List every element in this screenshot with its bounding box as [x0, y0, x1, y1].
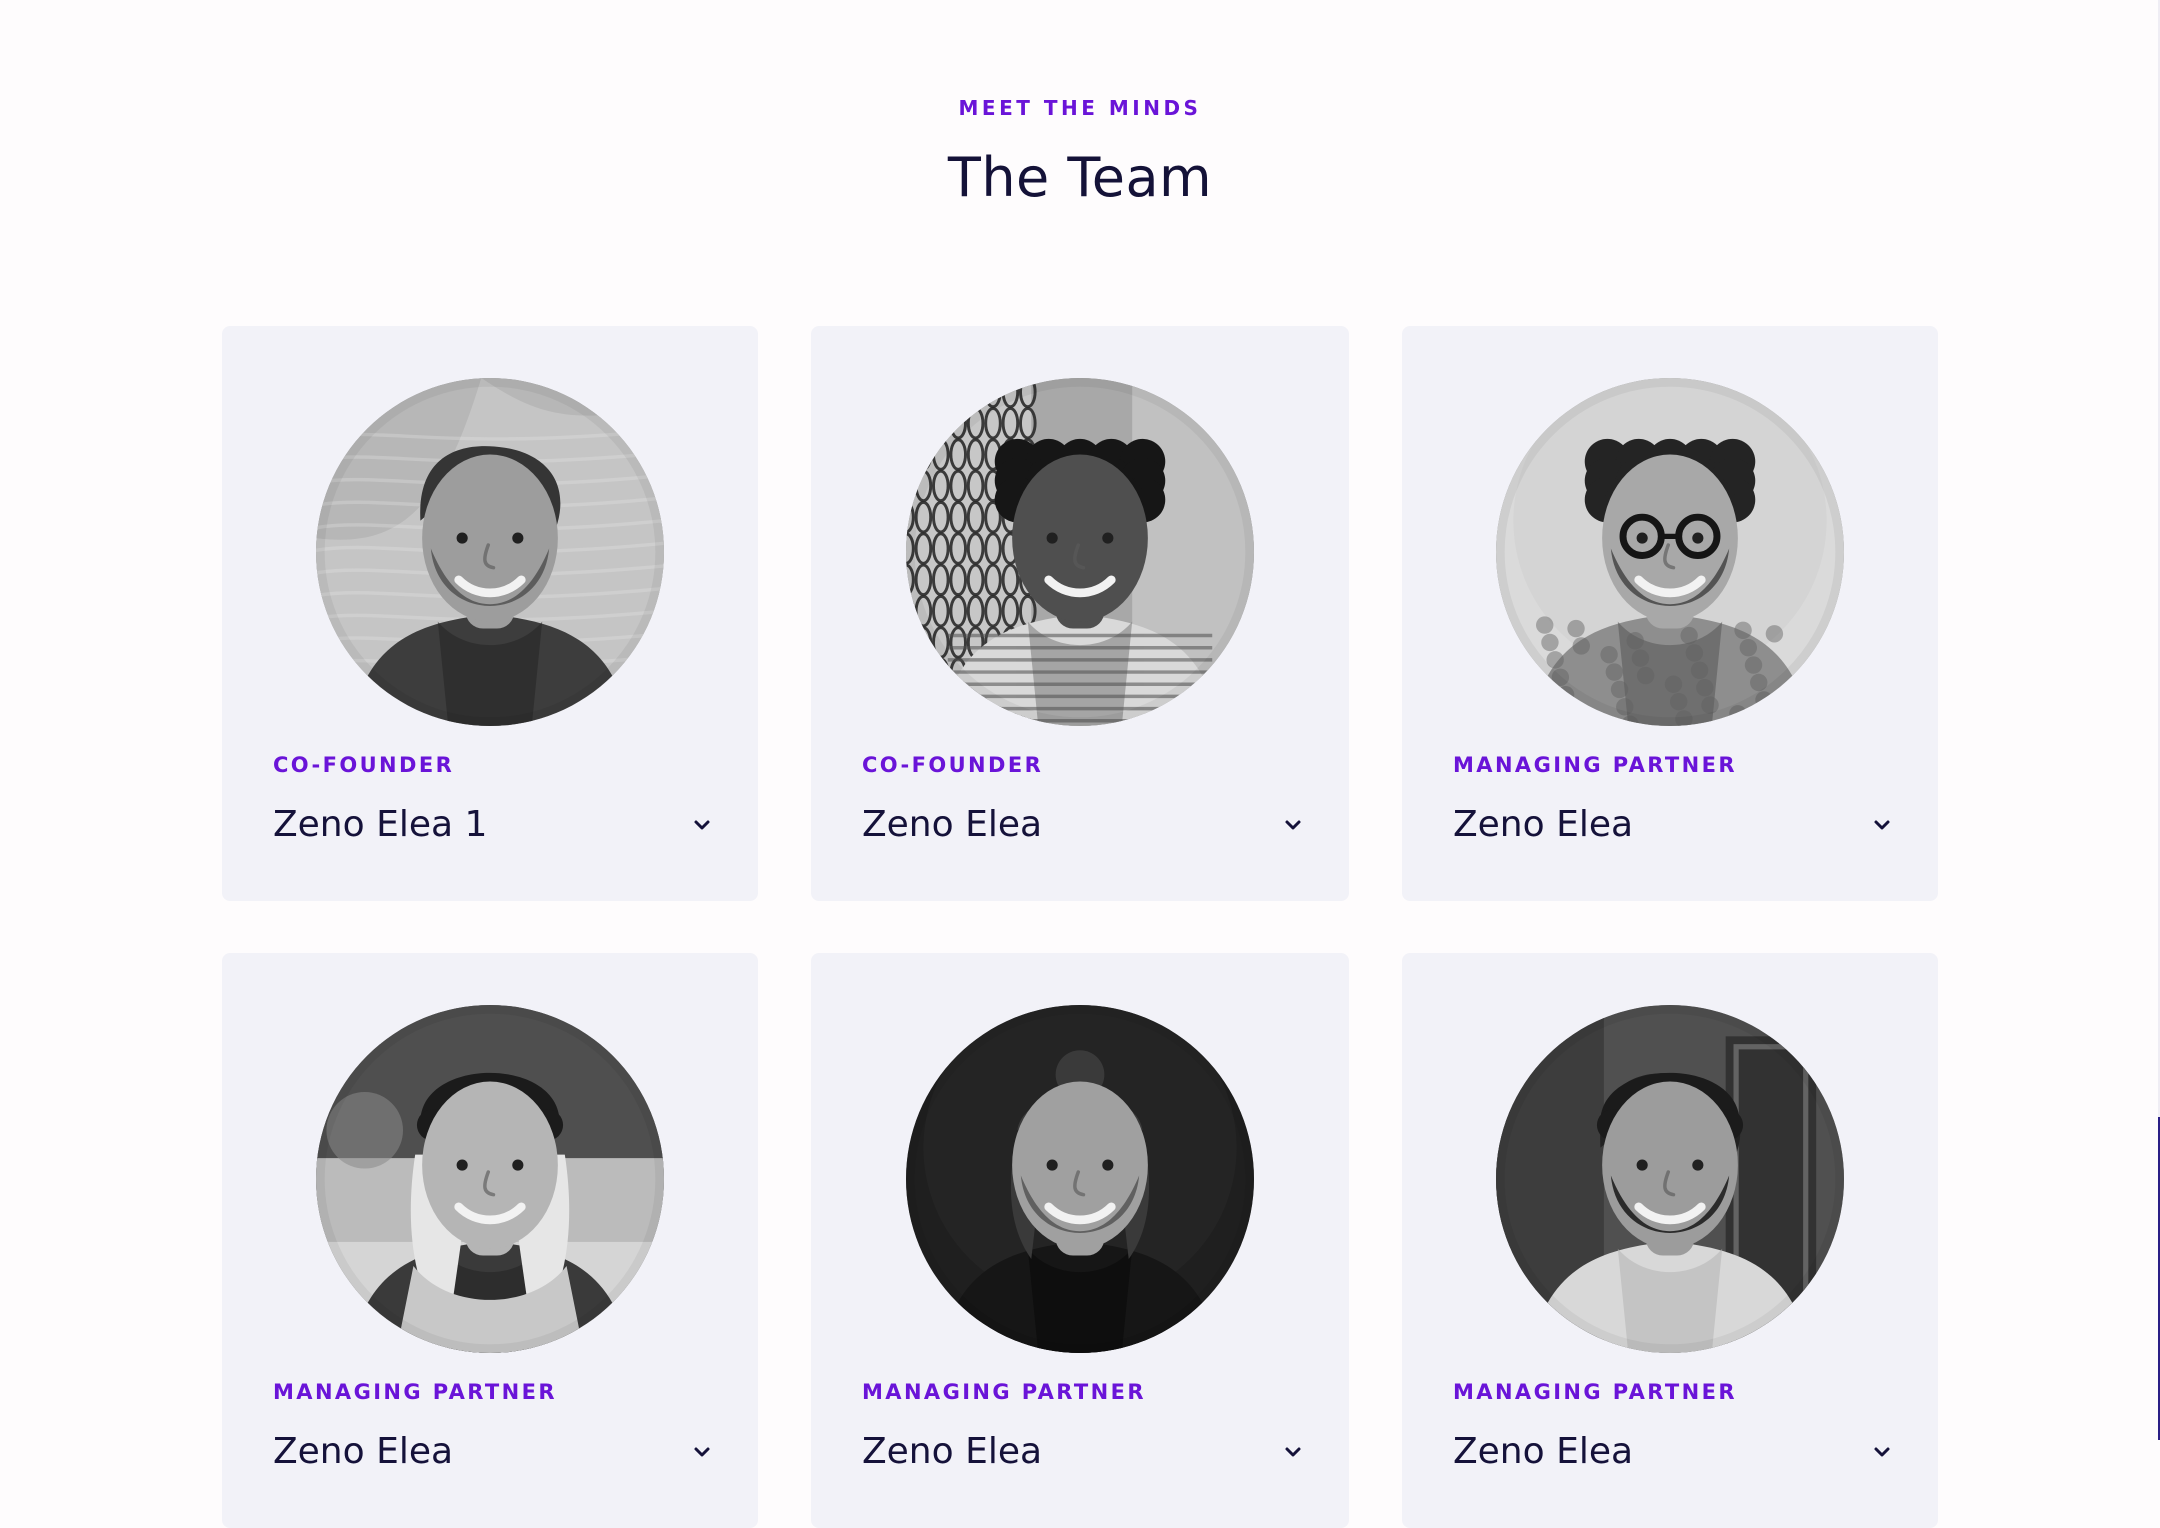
- team-member-card: MANAGING PARTNER Zeno Elea: [222, 953, 758, 1528]
- team-member-role: MANAGING PARTNER: [862, 1380, 1146, 1404]
- team-member-photo: [316, 1005, 664, 1353]
- team-member-photo: [1496, 1005, 1844, 1353]
- section-eyebrow: MEET THE MINDS: [958, 96, 1202, 120]
- chevron-down-icon: [1874, 1447, 1890, 1457]
- team-member-name: Zeno Elea: [862, 804, 1043, 845]
- team-member-toggle[interactable]: Zeno Elea: [1453, 800, 1891, 850]
- team-member-photo: [316, 378, 664, 726]
- team-member-toggle[interactable]: Zeno Elea 1: [273, 800, 711, 850]
- team-member-role: MANAGING PARTNER: [1453, 753, 1737, 777]
- chevron-down-icon: [1285, 820, 1301, 830]
- team-member-card: MANAGING PARTNER Zeno Elea: [811, 953, 1349, 1528]
- team-member-name: Zeno Elea 1: [273, 804, 488, 845]
- chevron-down-icon: [694, 820, 710, 830]
- team-member-card: MANAGING PARTNER Zeno Elea: [1402, 326, 1938, 901]
- team-member-toggle[interactable]: Zeno Elea: [862, 800, 1302, 850]
- team-member-name: Zeno Elea: [273, 1431, 454, 1472]
- team-member-role: MANAGING PARTNER: [273, 1380, 557, 1404]
- team-member-name: Zeno Elea: [1453, 804, 1634, 845]
- team-member-photo: [906, 378, 1254, 726]
- team-grid: CO-FOUNDER Zeno Elea 1 CO-FOUNDER Zeno E…: [222, 326, 1938, 1528]
- chevron-down-icon: [694, 1447, 710, 1457]
- chevron-down-icon: [1285, 1447, 1301, 1457]
- team-member-card: MANAGING PARTNER Zeno Elea: [1402, 953, 1938, 1528]
- team-section-header: MEET THE MINDS The Team: [0, 96, 2160, 210]
- team-member-card: CO-FOUNDER Zeno Elea 1: [222, 326, 758, 901]
- team-member-toggle[interactable]: Zeno Elea: [273, 1427, 711, 1477]
- team-member-role: CO-FOUNDER: [273, 753, 455, 777]
- team-member-toggle[interactable]: Zeno Elea: [862, 1427, 1302, 1477]
- team-member-role: MANAGING PARTNER: [1453, 1380, 1737, 1404]
- team-member-role: CO-FOUNDER: [862, 753, 1044, 777]
- team-member-photo: [1496, 378, 1844, 726]
- team-member-photo: [906, 1005, 1254, 1353]
- team-member-toggle[interactable]: Zeno Elea: [1453, 1427, 1891, 1477]
- team-member-card: CO-FOUNDER Zeno Elea: [811, 326, 1349, 901]
- section-title: The Team: [947, 146, 1213, 209]
- chevron-down-icon: [1874, 820, 1890, 830]
- team-member-name: Zeno Elea: [1453, 1431, 1634, 1472]
- team-member-name: Zeno Elea: [862, 1431, 1043, 1472]
